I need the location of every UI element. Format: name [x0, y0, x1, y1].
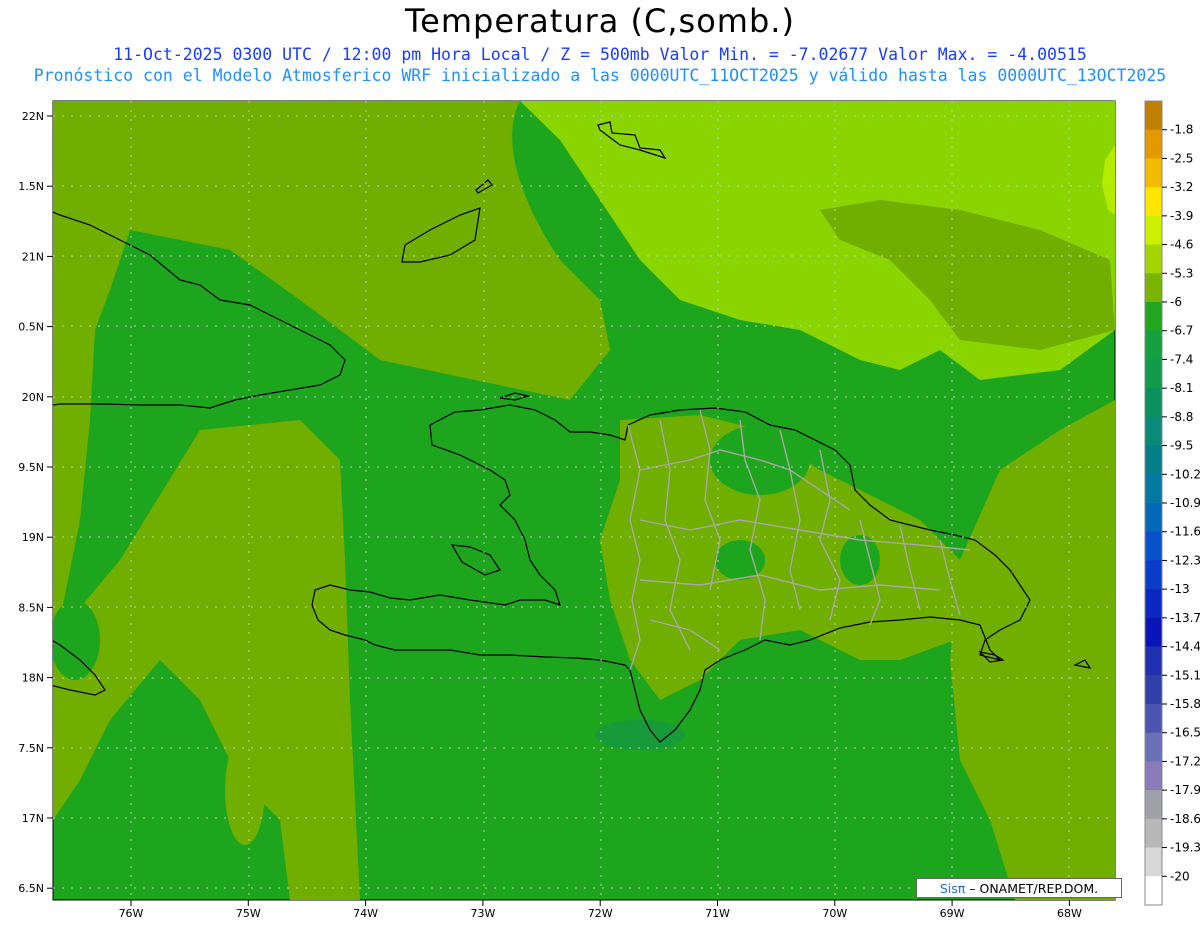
colorbar-swatch — [1145, 359, 1162, 389]
colorbar-label: -13 — [1170, 582, 1190, 596]
colorbar-label: -9.5 — [1170, 439, 1193, 453]
logo-onamet: – ONAMET/REP.DOM. — [965, 881, 1099, 896]
colorbar-label: -14.4 — [1170, 640, 1200, 654]
colorbar-swatch — [1145, 704, 1162, 734]
colorbar-label: -4.6 — [1170, 238, 1193, 252]
lat-label: 1.5N — [18, 180, 44, 193]
colorbar-label: -6 — [1170, 295, 1182, 309]
colorbar-label: -18.6 — [1170, 812, 1200, 826]
colorbar-label: -2.5 — [1170, 151, 1193, 165]
lon-label: 73W — [470, 907, 495, 920]
lat-label: 0.5N — [18, 321, 44, 334]
colorbar-swatch — [1145, 876, 1162, 906]
colorbar-label: -17.2 — [1170, 754, 1200, 768]
lat-label: 18N — [22, 672, 44, 685]
colorbar-label: -8.1 — [1170, 381, 1193, 395]
lat-label: 7.5N — [18, 742, 44, 755]
colorbar-swatch — [1145, 445, 1162, 475]
lat-label: 17N — [22, 812, 44, 825]
lat-label: 19N — [22, 531, 44, 544]
colorbar-label: -12.3 — [1170, 553, 1200, 567]
agency-logo: Sisπ – ONAMET/REP.DOM. — [916, 878, 1122, 898]
colorbar-swatch — [1145, 244, 1162, 274]
colorbar-label: -17.9 — [1170, 783, 1200, 797]
latitude-axis: 22N 1.5N 21N 0.5N 20N 9.5N 19N 8.5N 18N 7.5N 17N 6.… — [18, 110, 53, 895]
lon-label: 70W — [822, 907, 847, 920]
colorbar-swatch — [1145, 273, 1162, 303]
lat-label: 8.5N — [18, 601, 44, 614]
colorbar-swatch — [1145, 187, 1162, 217]
colorbar-label: -16.5 — [1170, 726, 1200, 740]
colorbar-label: -10.9 — [1170, 496, 1200, 510]
colorbar-swatch — [1145, 330, 1162, 360]
lon-label: 74W — [353, 907, 378, 920]
logo-sis: Sisπ — [939, 881, 966, 896]
colorbar-swatch — [1145, 617, 1162, 648]
lon-label: 72W — [588, 907, 613, 920]
lon-label: 71W — [705, 907, 730, 920]
colorbar-swatch — [1145, 215, 1162, 246]
lon-label: 68W — [1057, 907, 1082, 920]
colorbar-label: -3.2 — [1170, 180, 1193, 194]
colorbar-swatch — [1145, 732, 1162, 762]
lat-label: 9.5N — [18, 461, 44, 474]
longitude-axis: 76W 75W 74W 73W 72W 71W 70W 69W 68W — [119, 900, 1082, 920]
colorbar-label: -1.8 — [1170, 123, 1193, 137]
colorbar-swatch — [1145, 790, 1162, 820]
colorbar-label: -13.7 — [1170, 611, 1200, 625]
colorbar-label: -11.6 — [1170, 525, 1200, 539]
colorbar-swatch — [1145, 531, 1162, 561]
lat-label: 21N — [22, 250, 44, 263]
forecast-map: 22N 1.5N 21N 0.5N 20N 9.5N 19N 8.5N 18N 7.5N 17N 6.… — [18, 100, 1200, 920]
colorbar: -1.8 -2.5 -3.2 -3.9 -4.6 -5.3 -6 -6.7 -7.4 -8.1 -8… — [1144, 100, 1200, 906]
colorbar-label: -6.7 — [1170, 324, 1193, 338]
colorbar-swatch — [1145, 416, 1162, 447]
colorbar-label: -8.8 — [1170, 410, 1193, 424]
colorbar-swatch — [1145, 646, 1162, 676]
lon-label: 69W — [940, 907, 965, 920]
colorbar-swatch — [1145, 560, 1162, 590]
colorbar-swatch — [1145, 503, 1162, 533]
colorbar-swatch — [1145, 818, 1162, 849]
colorbar-swatch — [1145, 675, 1162, 705]
colorbar-label: -15.1 — [1170, 668, 1200, 682]
lon-label: 76W — [119, 907, 144, 920]
colorbar-label: -5.3 — [1170, 266, 1193, 280]
field-olive-blob-2 — [53, 600, 100, 680]
lat-label: 20N — [22, 391, 44, 404]
colorbar-swatch — [1145, 158, 1162, 188]
colorbar-swatch — [1145, 589, 1162, 619]
colorbar-label: -7.4 — [1170, 352, 1193, 366]
lat-label: 6.5N — [18, 882, 44, 895]
colorbar-label: -3.9 — [1170, 209, 1193, 223]
colorbar-label: -19.3 — [1170, 841, 1200, 855]
colorbar-swatch — [1145, 761, 1162, 791]
colorbar-label: -10.2 — [1170, 467, 1200, 481]
colorbar-swatch — [1145, 474, 1162, 504]
colorbar-swatch — [1145, 129, 1162, 159]
colorbar-label: -15.8 — [1170, 697, 1200, 711]
colorbar-swatch — [1145, 302, 1162, 332]
lat-label: 22N — [22, 110, 44, 123]
colorbar-label: -20 — [1170, 869, 1190, 883]
colorbar-swatch — [1145, 101, 1162, 131]
field-darkgreen-south — [595, 720, 685, 750]
colorbar-swatch — [1145, 388, 1162, 418]
colorbar-swatch — [1145, 847, 1162, 877]
field-olive-blob-1 — [225, 735, 265, 845]
lon-label: 75W — [236, 907, 261, 920]
